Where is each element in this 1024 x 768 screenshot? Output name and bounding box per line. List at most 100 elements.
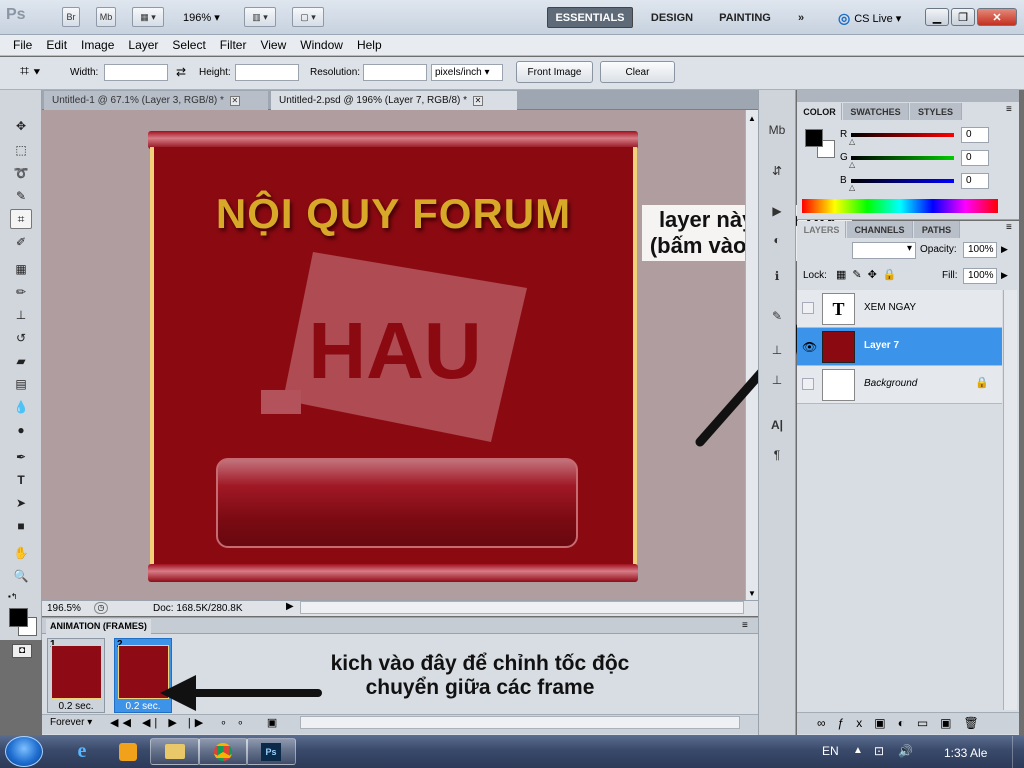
menu-filter[interactable]: Filter (213, 38, 254, 52)
type-tool-icon[interactable]: T (10, 470, 32, 490)
close-icon[interactable]: ✕ (473, 95, 484, 106)
menu-edit[interactable]: Edit (39, 38, 74, 52)
marquee-tool-icon[interactable]: ⬚ (10, 140, 32, 160)
blur-tool-icon[interactable]: 💧 (10, 397, 32, 417)
animation-scrollbar[interactable] (300, 716, 740, 729)
frame-delay[interactable]: 0.2 sec. (115, 701, 171, 712)
tab-paths[interactable]: PATHS (914, 221, 960, 238)
front-image-button[interactable]: Front Image (516, 61, 593, 83)
arrange-documents-dropdown[interactable]: ▥ ▾ (244, 7, 276, 27)
tab-untitled-2[interactable]: Untitled-2.psd @ 196% (Layer 7, RGB/8) *… (271, 91, 517, 110)
dodge-tool-icon[interactable]: ● (10, 420, 32, 440)
foreground-color-swatch-top[interactable] (9, 608, 28, 627)
path-selection-tool-icon[interactable]: ➤ (10, 493, 32, 513)
tab-channels[interactable]: CHANNELS (847, 221, 913, 238)
info-icon[interactable]: ℹ (766, 266, 788, 286)
eye-icon[interactable]: 👁 (802, 340, 817, 354)
color-panel-menu-icon[interactable]: ≡ (1006, 104, 1012, 115)
show-desktop-button[interactable] (1012, 736, 1024, 768)
history-brush-tool-icon[interactable]: ↺ (10, 328, 32, 348)
blend-mode-select[interactable]: ▾ (852, 242, 916, 259)
close-window-icon[interactable]: ✕ (977, 8, 1017, 26)
loop-options-select[interactable]: Forever ▾ (50, 717, 92, 728)
channel-b-input[interactable]: 0 (961, 173, 989, 189)
bridge-button[interactable]: Br (62, 7, 80, 27)
paragraph-icon[interactable]: ¶ (766, 445, 788, 465)
status-menu-arrow-icon[interactable]: ▶ (286, 601, 294, 612)
quick-selection-tool-icon[interactable]: ✎ (10, 186, 32, 206)
workspace-design-button[interactable]: DESIGN (642, 7, 702, 28)
actions-icon[interactable]: ▶ (766, 201, 788, 221)
color-fg-swatch[interactable] (805, 129, 823, 147)
menu-select[interactable]: Select (165, 38, 212, 52)
brush-tool-icon[interactable]: ✏ (10, 282, 32, 302)
language-indicator[interactable]: EN (822, 744, 839, 758)
scroll-down-icon[interactable]: ▼ (748, 589, 756, 598)
default-colors-icon[interactable]: ▪↰ (8, 592, 18, 601)
lasso-tool-icon[interactable]: ➰ (10, 163, 32, 183)
opacity-input[interactable]: 100% (963, 242, 997, 258)
minimize-icon[interactable]: ▁ (925, 8, 949, 26)
close-icon[interactable]: ✕ (229, 95, 240, 106)
animation-frame-2[interactable]: 2 0.2 sec. (114, 638, 172, 713)
hand-tool-icon[interactable]: ✋ (10, 543, 32, 563)
crop-tool-preset-icon[interactable]: ⌗ ▾ (20, 63, 40, 81)
playback-controls[interactable]: ◀◀ ◀| ▶ |▶ (110, 716, 207, 729)
menu-view[interactable]: View (253, 38, 293, 52)
clear-button[interactable]: Clear (600, 61, 675, 83)
photoshop-taskbar-icon[interactable]: Ps (246, 738, 296, 765)
eyedropper-tool-icon[interactable]: ✐ (10, 232, 32, 252)
eraser-tool-icon[interactable]: ▰ (10, 351, 32, 371)
layer-row-layer-7[interactable]: 👁 Layer 7 (797, 328, 1002, 366)
move-tool-icon[interactable]: ✥ (10, 116, 32, 136)
tool-presets-icon[interactable]: ⊥ (766, 370, 788, 390)
layer-row-xem-ngay[interactable]: T XEM NGAY (797, 290, 1002, 328)
color-spectrum-bar[interactable] (802, 199, 998, 213)
frame-delay[interactable]: 0.2 sec. (48, 701, 104, 712)
tab-swatches[interactable]: SWATCHES (843, 103, 909, 120)
height-input[interactable] (235, 64, 299, 81)
lock-options-icons[interactable]: ▦✎✥🔒 (836, 268, 903, 281)
mini-bridge-icon[interactable]: Mb (766, 120, 788, 140)
channel-g-input[interactable]: 0 (961, 150, 989, 166)
tab-styles[interactable]: STYLES (910, 103, 962, 120)
start-button[interactable] (5, 736, 43, 767)
scroll-up-icon[interactable]: ▲ (748, 114, 756, 123)
channel-r-slider[interactable] (851, 133, 954, 137)
layers-scrollbar[interactable] (1003, 290, 1017, 710)
fill-arrow-icon[interactable]: ▶ (1001, 270, 1008, 281)
tab-untitled-1[interactable]: Untitled-1 @ 67.1% (Layer 3, RGB/8) * ✕ (44, 91, 268, 110)
pen-tool-icon[interactable]: ✒ (10, 447, 32, 467)
layer-row-background[interactable]: Background 🔒 (797, 366, 1002, 404)
visibility-toggle[interactable] (802, 302, 814, 314)
character-icon[interactable]: A| (766, 415, 788, 435)
menu-help[interactable]: Help (350, 38, 389, 52)
mini-bridge-button[interactable]: Mb (96, 7, 116, 27)
visibility-toggle[interactable] (802, 378, 814, 390)
file-explorer-icon[interactable] (150, 738, 200, 765)
chrome-icon[interactable] (198, 738, 248, 765)
menu-image[interactable]: Image (74, 38, 121, 52)
workspace-essentials-button[interactable]: ESSENTIALS (547, 7, 633, 28)
animation-frame-1[interactable]: 1 0.2 sec. (47, 638, 105, 713)
panel-menu-icon[interactable]: ≡ (742, 620, 748, 631)
animation-panel-tab[interactable]: ANIMATION (FRAMES) (46, 619, 151, 634)
slider-handle-icon[interactable]: △ (849, 160, 855, 169)
fill-input[interactable]: 100% (963, 268, 997, 284)
resolution-units-select[interactable]: pixels/inch ▾ (431, 64, 503, 81)
brushes-icon[interactable]: ✎ (766, 306, 788, 326)
layers-footer-actions[interactable]: ∞ƒx▣◐▭▣🗑 (797, 712, 1019, 734)
view-extras-dropdown[interactable]: ▦ ▾ (132, 7, 164, 27)
resolution-input[interactable] (363, 64, 427, 81)
zoom-level-dropdown[interactable]: 196% ▾ (183, 11, 220, 24)
tab-color[interactable]: COLOR (798, 103, 842, 120)
spot-healing-tool-icon[interactable]: ▦ (10, 259, 32, 279)
vertical-scrollbar[interactable] (745, 110, 758, 600)
menu-file[interactable]: File (6, 38, 39, 52)
layers-panel-menu-icon[interactable]: ≡ (1006, 222, 1012, 233)
media-player-icon[interactable] (103, 738, 153, 765)
shape-tool-icon[interactable]: ■ (10, 516, 32, 536)
zoom-tool-icon[interactable]: 🔍 (10, 566, 32, 586)
more-workspaces-icon[interactable]: » (790, 7, 812, 28)
tab-layers[interactable]: LAYERS (798, 221, 846, 238)
